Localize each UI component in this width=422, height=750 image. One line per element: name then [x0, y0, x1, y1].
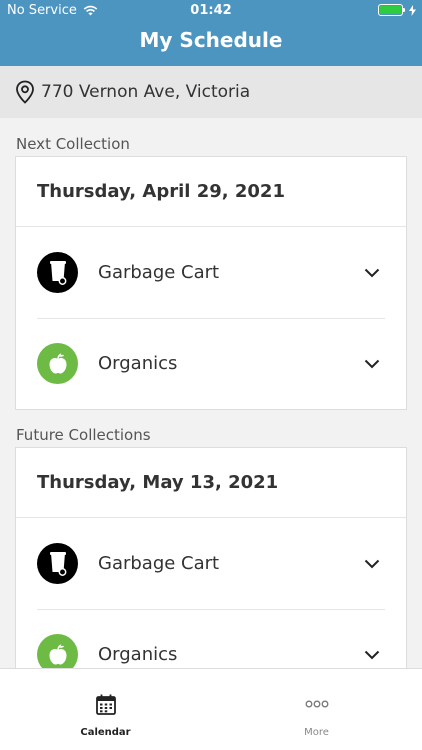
chevron-down-icon[interactable]	[364, 268, 380, 278]
collection-item-label: Garbage Cart	[98, 262, 220, 283]
charging-bolt-icon	[409, 4, 416, 16]
app-header: No Service 01:42 My Schedule	[0, 0, 422, 66]
collection-date: Thursday, May 13, 2021	[16, 448, 406, 518]
tab-more[interactable]: More	[211, 669, 422, 750]
garbage-cart-icon	[37, 543, 78, 584]
collection-date: Thursday, April 29, 2021	[16, 157, 406, 227]
more-icon	[305, 700, 328, 708]
collection-item-organics[interactable]: Organics	[16, 318, 406, 409]
garbage-cart-icon	[37, 252, 78, 293]
status-bar: No Service 01:42	[0, 0, 422, 22]
tab-bar: Calendar More	[0, 668, 422, 750]
future-collections-label: Future Collections	[16, 426, 151, 444]
page-title: My Schedule	[139, 28, 283, 52]
status-time: 01:42	[190, 3, 232, 18]
future-collection-card: Thursday, May 13, 2021 Garbage Cart Orga…	[15, 447, 407, 701]
collection-item-label: Organics	[98, 644, 178, 665]
tab-label: Calendar	[80, 727, 131, 738]
chevron-down-icon[interactable]	[364, 650, 380, 660]
address-text: 770 Vernon Ave, Victoria	[41, 82, 251, 102]
organics-apple-icon	[37, 343, 78, 384]
collection-item-garbage-cart[interactable]: Garbage Cart	[16, 227, 406, 318]
collection-item-label: Garbage Cart	[98, 553, 220, 574]
collection-item-garbage-cart[interactable]: Garbage Cart	[16, 518, 406, 609]
tab-calendar[interactable]: Calendar	[0, 669, 211, 750]
tab-label: More	[304, 727, 329, 738]
battery-icon	[378, 4, 405, 16]
next-collection-label: Next Collection	[16, 135, 130, 153]
chevron-down-icon[interactable]	[364, 359, 380, 369]
calendar-icon	[95, 694, 116, 715]
address-bar[interactable]: 770 Vernon Ave, Victoria	[0, 66, 422, 118]
location-pin-icon	[16, 80, 34, 104]
next-collection-card: Thursday, April 29, 2021 Garbage Cart Or…	[15, 156, 407, 410]
collection-item-label: Organics	[98, 353, 178, 374]
chevron-down-icon[interactable]	[364, 559, 380, 569]
